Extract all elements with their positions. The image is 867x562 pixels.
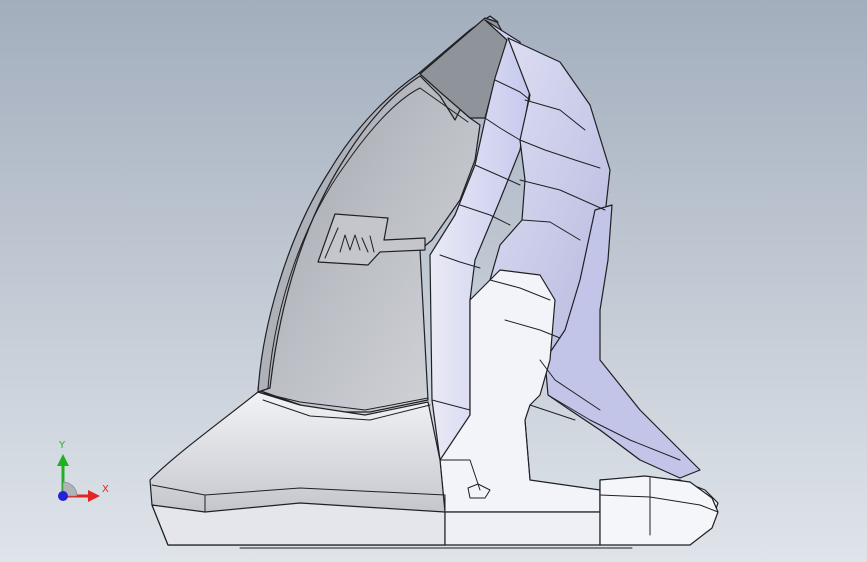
x-axis-label: X bbox=[102, 484, 109, 495]
y-axis-label: Y bbox=[59, 440, 66, 451]
triad-graphic bbox=[57, 454, 100, 502]
3d-model-mouse[interactable] bbox=[0, 0, 867, 562]
graphics-viewport[interactable]: Y X bbox=[0, 0, 867, 562]
z-axis-origin-icon bbox=[58, 481, 78, 501]
coordinate-triad: Y X bbox=[40, 436, 130, 516]
model-silhouette bbox=[149, 15, 719, 546]
base-right-tail bbox=[599, 475, 719, 546]
